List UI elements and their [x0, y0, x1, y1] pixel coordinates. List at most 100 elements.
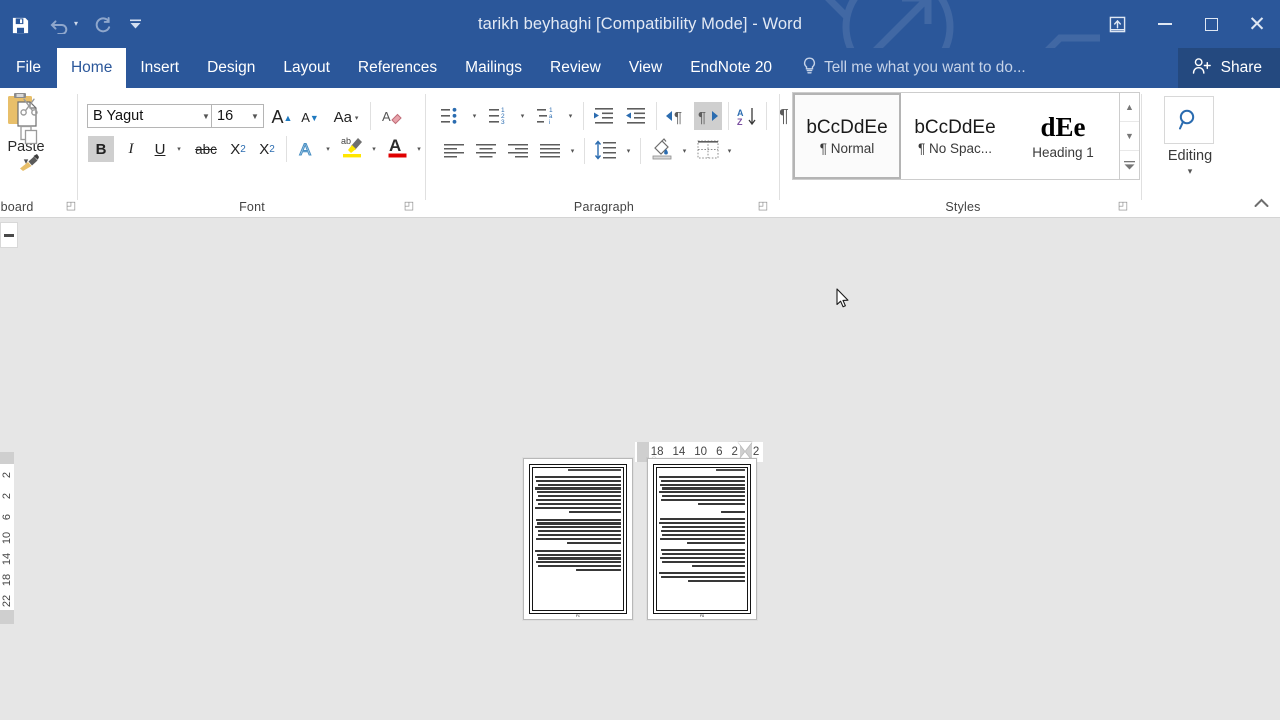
minimize-button[interactable]: [1142, 0, 1188, 48]
font-color-dropdown-icon[interactable]: ▾: [412, 136, 426, 162]
font-color-icon: A: [388, 136, 407, 158]
tab-review[interactable]: Review: [536, 48, 615, 88]
paragraph-dialog-launcher[interactable]: ◰: [756, 199, 770, 213]
align-left-button[interactable]: [440, 138, 468, 164]
center-button[interactable]: [472, 138, 500, 164]
chevron-down-icon[interactable]: ▼: [247, 112, 263, 121]
style-item-no-spacing[interactable]: bCcDdEe ¶ No Spac...: [901, 93, 1009, 179]
cut-button[interactable]: [16, 94, 42, 120]
editing-button[interactable]: Editing ▾: [1164, 96, 1216, 177]
tab-endnote[interactable]: EndNote 20: [676, 48, 786, 88]
font-color-button[interactable]: A: [384, 132, 412, 162]
vertical-ruler[interactable]: 2 2 6 10 14 18 22: [0, 452, 14, 624]
styles-scroll-up-icon[interactable]: ▲: [1120, 93, 1139, 121]
page-paragraph: [535, 549, 621, 574]
italic-button[interactable]: I: [118, 136, 144, 162]
numbering-dropdown-icon[interactable]: ▾: [516, 104, 529, 128]
text-effects-button[interactable]: A: [294, 136, 320, 162]
borders-button[interactable]: [694, 136, 722, 164]
bold-button[interactable]: B: [88, 136, 114, 162]
clipboard-dialog-launcher[interactable]: ◰: [64, 199, 78, 213]
styles-scroll-down-icon[interactable]: ▼: [1120, 121, 1139, 150]
customize-quick-access-icon[interactable]: [122, 4, 148, 44]
subscript-button[interactable]: X2: [225, 136, 251, 162]
svg-text:i: i: [549, 120, 550, 126]
sort-button[interactable]: A Z: [734, 102, 762, 130]
decrease-indent-button[interactable]: [590, 102, 618, 130]
tab-home[interactable]: Home: [56, 48, 127, 88]
justify-dropdown-icon[interactable]: ▾: [566, 140, 579, 162]
clear-formatting-button[interactable]: A: [378, 103, 406, 130]
borders-dropdown-icon[interactable]: ▾: [723, 140, 736, 162]
styles-gallery[interactable]: bCcDdEe ¶ Normal bCcDdEe ¶ No Spac... dE…: [792, 92, 1120, 180]
underline-dropdown-icon[interactable]: ▾: [172, 136, 186, 162]
page-thumbnail[interactable]: ٣٤: [523, 458, 633, 620]
font-dialog-launcher[interactable]: ◰: [402, 199, 416, 213]
styles-dialog-launcher[interactable]: ◰: [1116, 199, 1130, 213]
text-effects-dropdown-icon[interactable]: ▾: [321, 136, 335, 162]
align-center-icon: [476, 143, 496, 157]
style-preview: bCcDdEe: [806, 116, 888, 138]
superscript-sup: 2: [269, 143, 275, 155]
share-button[interactable]: Share: [1177, 48, 1280, 88]
grow-font-button[interactable]: A ▲: [270, 104, 294, 131]
shrink-font-button[interactable]: A ▼: [298, 104, 322, 131]
tab-stop-selector[interactable]: [0, 222, 18, 248]
line-spacing-button[interactable]: [591, 136, 621, 164]
editing-dropdown-icon[interactable]: ▾: [1164, 166, 1216, 177]
group-separator: [583, 102, 584, 130]
line-spacing-dropdown-icon[interactable]: ▾: [622, 140, 635, 162]
tab-layout[interactable]: Layout: [269, 48, 344, 88]
ruler-tick: 2: [731, 446, 738, 458]
highlight-button[interactable]: ab: [338, 132, 366, 162]
tell-me-placeholder: Tell me what you want to do...: [824, 59, 1026, 76]
tab-mailings[interactable]: Mailings: [451, 48, 536, 88]
tab-file[interactable]: File: [0, 48, 57, 88]
document-pages[interactable]: ٣٤ ٣٥: [523, 458, 757, 620]
hanging-indent-marker-top[interactable]: [738, 442, 752, 451]
undo-dropdown-icon[interactable]: ▾: [74, 20, 78, 28]
style-item-heading-1[interactable]: dEe Heading 1: [1009, 93, 1117, 179]
ribbon-display-options-icon[interactable]: [1092, 0, 1142, 48]
font-size-combobox[interactable]: 16 ▼: [211, 104, 264, 128]
tab-insert[interactable]: Insert: [126, 48, 193, 88]
increase-indent-button[interactable]: [622, 102, 650, 130]
rtl-text-direction-button[interactable]: ¶: [694, 102, 722, 130]
maximize-button[interactable]: [1188, 0, 1234, 48]
page-thumbnail[interactable]: ٣٥: [647, 458, 757, 620]
close-button[interactable]: ✕: [1234, 0, 1280, 48]
strikethrough-button[interactable]: abc: [190, 136, 222, 162]
group-separator: [1141, 94, 1142, 200]
numbering-button[interactable]: 1 2 3: [486, 102, 516, 130]
text-line: [535, 479, 621, 482]
multilevel-dropdown-icon[interactable]: ▾: [564, 104, 577, 128]
tab-references[interactable]: References: [344, 48, 451, 88]
text-line: [535, 475, 621, 478]
chevron-down-icon[interactable]: ▾: [355, 114, 359, 122]
tell-me-search[interactable]: Tell me what you want to do...: [786, 48, 1026, 88]
superscript-button[interactable]: X2: [254, 136, 280, 162]
svg-text:3: 3: [501, 119, 505, 126]
change-case-button[interactable]: Aa ▾: [328, 104, 364, 131]
styles-more-icon[interactable]: [1120, 150, 1139, 179]
save-icon[interactable]: [0, 5, 40, 45]
multilevel-list-button[interactable]: 1 a i: [534, 102, 564, 130]
tab-view[interactable]: View: [615, 48, 676, 88]
highlight-dropdown-icon[interactable]: ▾: [367, 136, 381, 162]
align-right-button[interactable]: [504, 138, 532, 164]
font-name-combobox[interactable]: B Yagut ▼: [87, 104, 215, 128]
collapse-ribbon-button[interactable]: [1250, 193, 1272, 213]
justify-button[interactable]: [536, 138, 564, 164]
styles-scrollbar[interactable]: ▲ ▼: [1120, 92, 1140, 180]
redo-icon[interactable]: [82, 5, 122, 45]
tab-design[interactable]: Design: [193, 48, 269, 88]
bullets-button[interactable]: [438, 102, 468, 130]
ltr-text-direction-button[interactable]: ¶: [662, 102, 690, 130]
underline-button[interactable]: U: [148, 136, 172, 162]
format-painter-button[interactable]: [16, 150, 42, 176]
shading-dropdown-icon[interactable]: ▾: [678, 140, 691, 162]
style-item-normal[interactable]: bCcDdEe ¶ Normal: [793, 93, 901, 179]
copy-button[interactable]: [16, 122, 42, 148]
shading-button[interactable]: [647, 134, 677, 164]
bullets-dropdown-icon[interactable]: ▾: [468, 104, 481, 128]
